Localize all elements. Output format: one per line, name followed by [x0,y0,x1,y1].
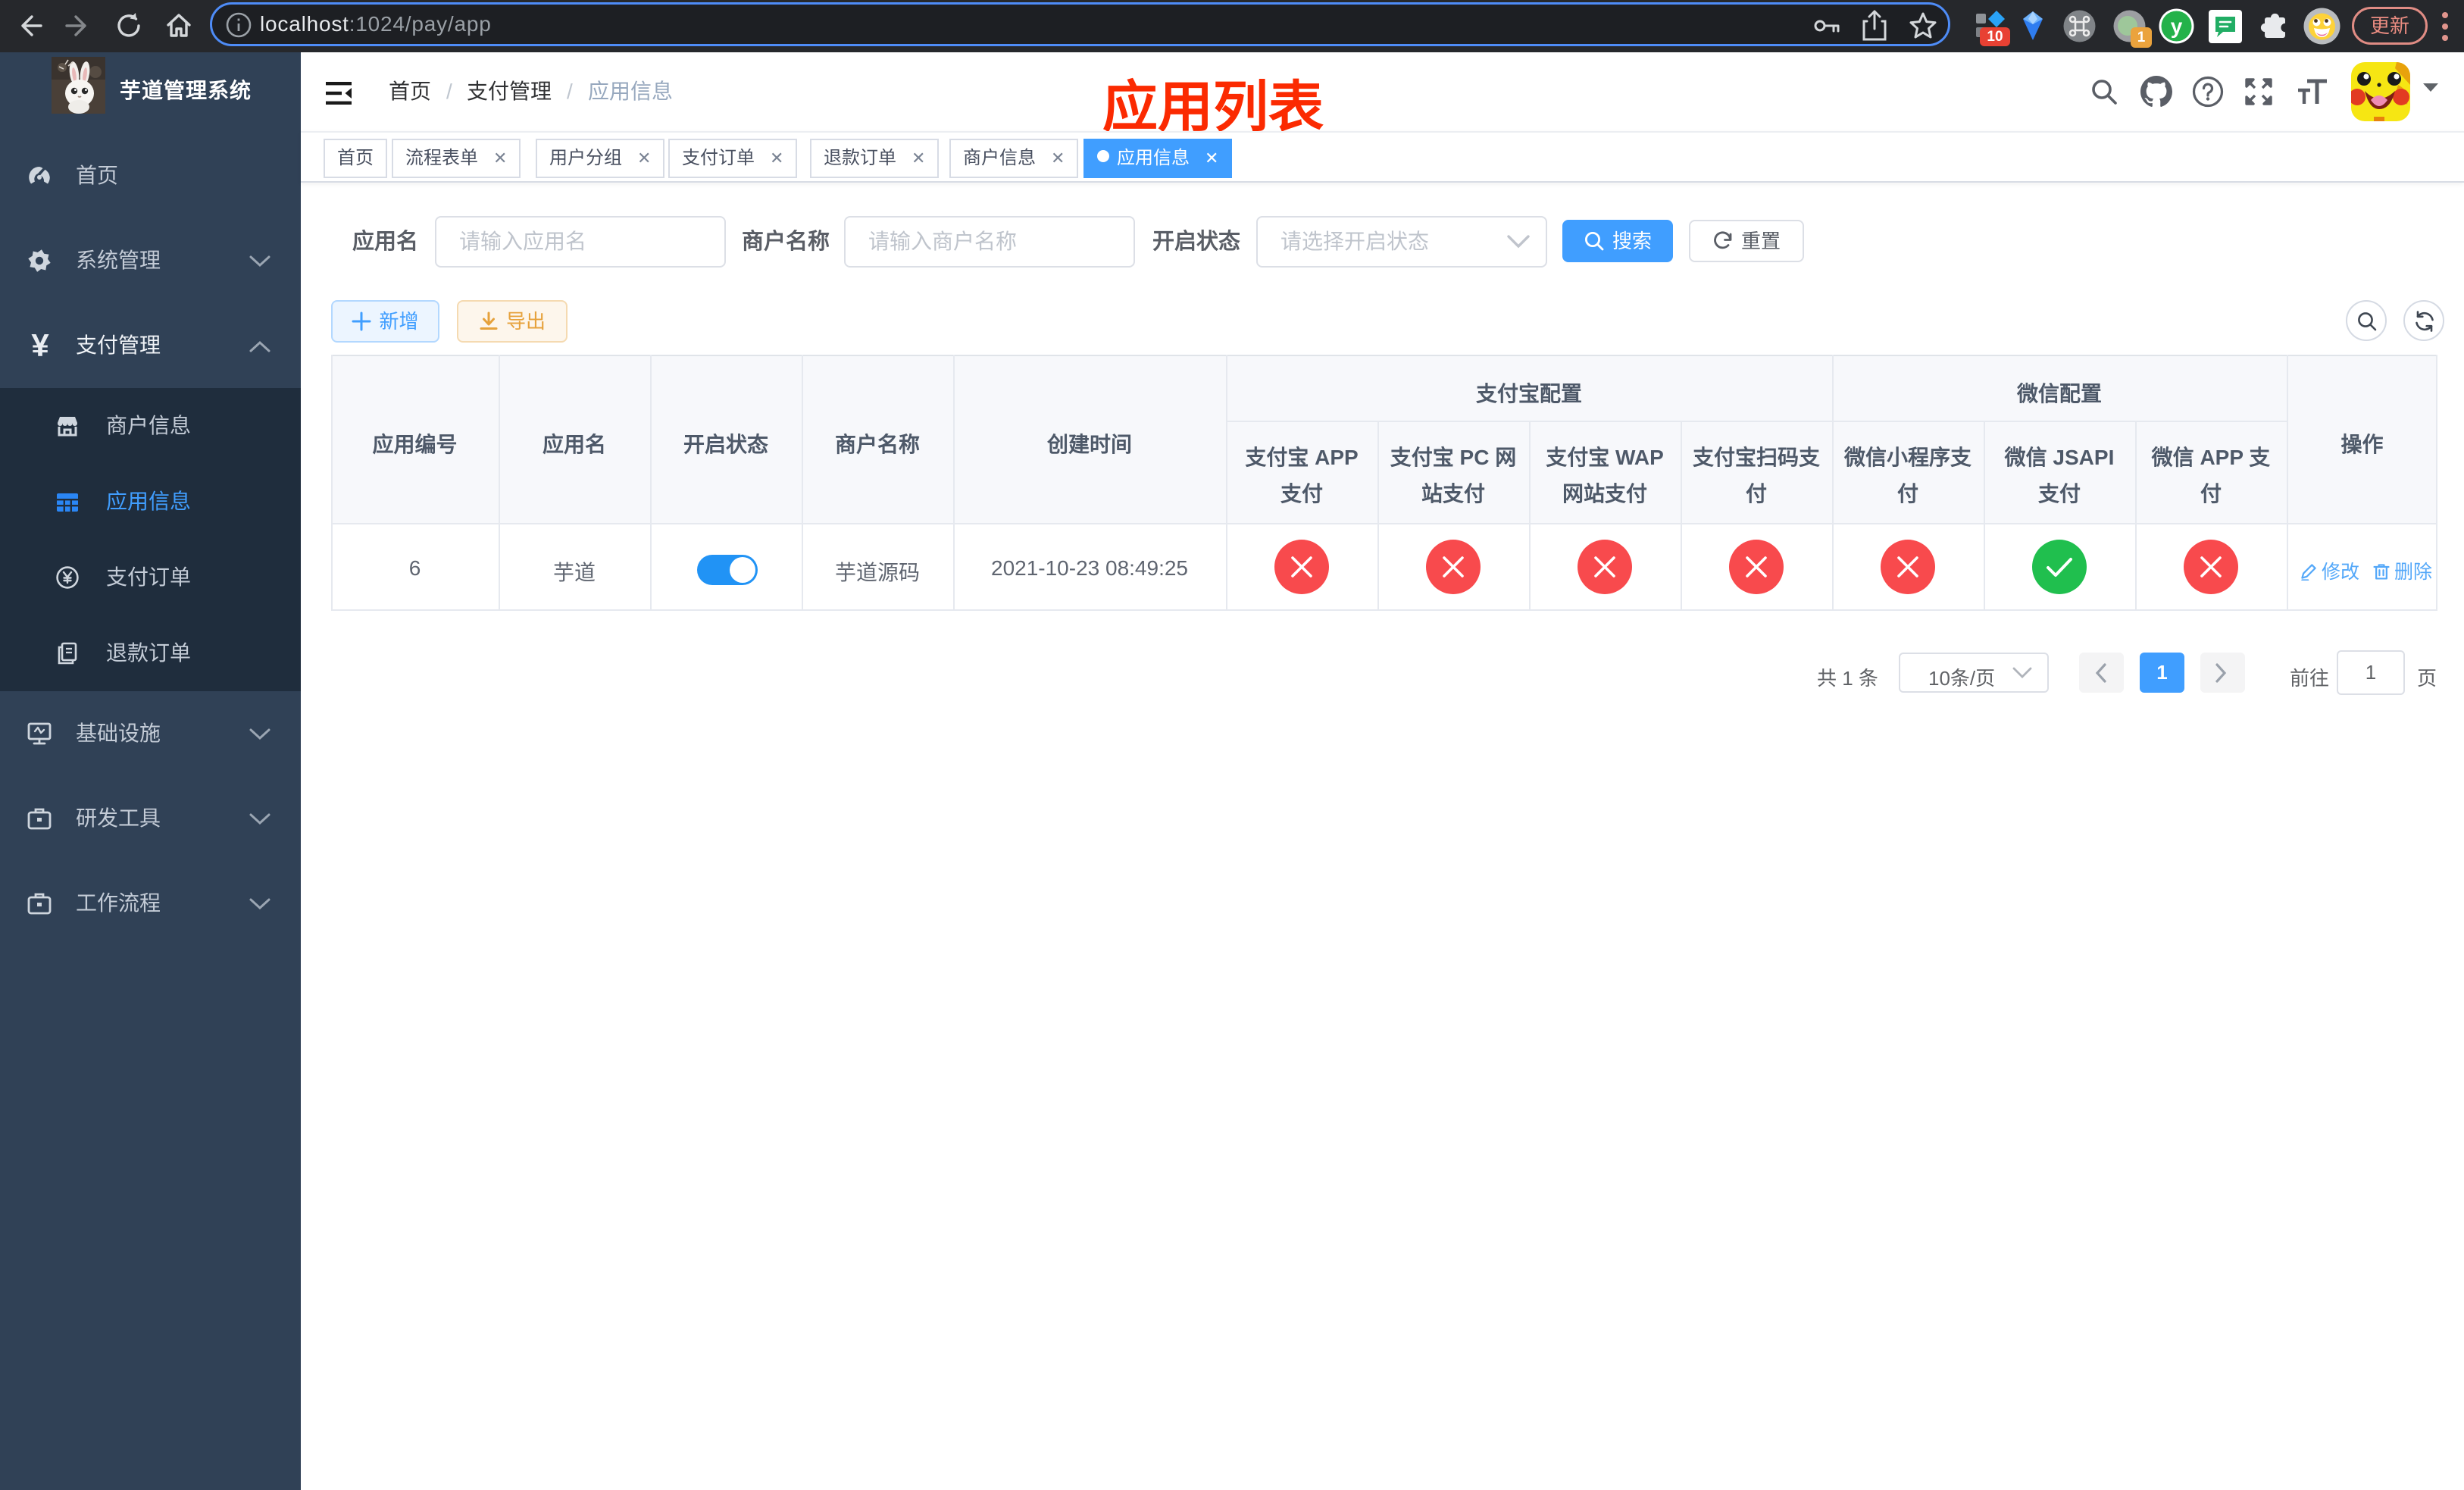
svg-text:y: y [2171,14,2183,38]
